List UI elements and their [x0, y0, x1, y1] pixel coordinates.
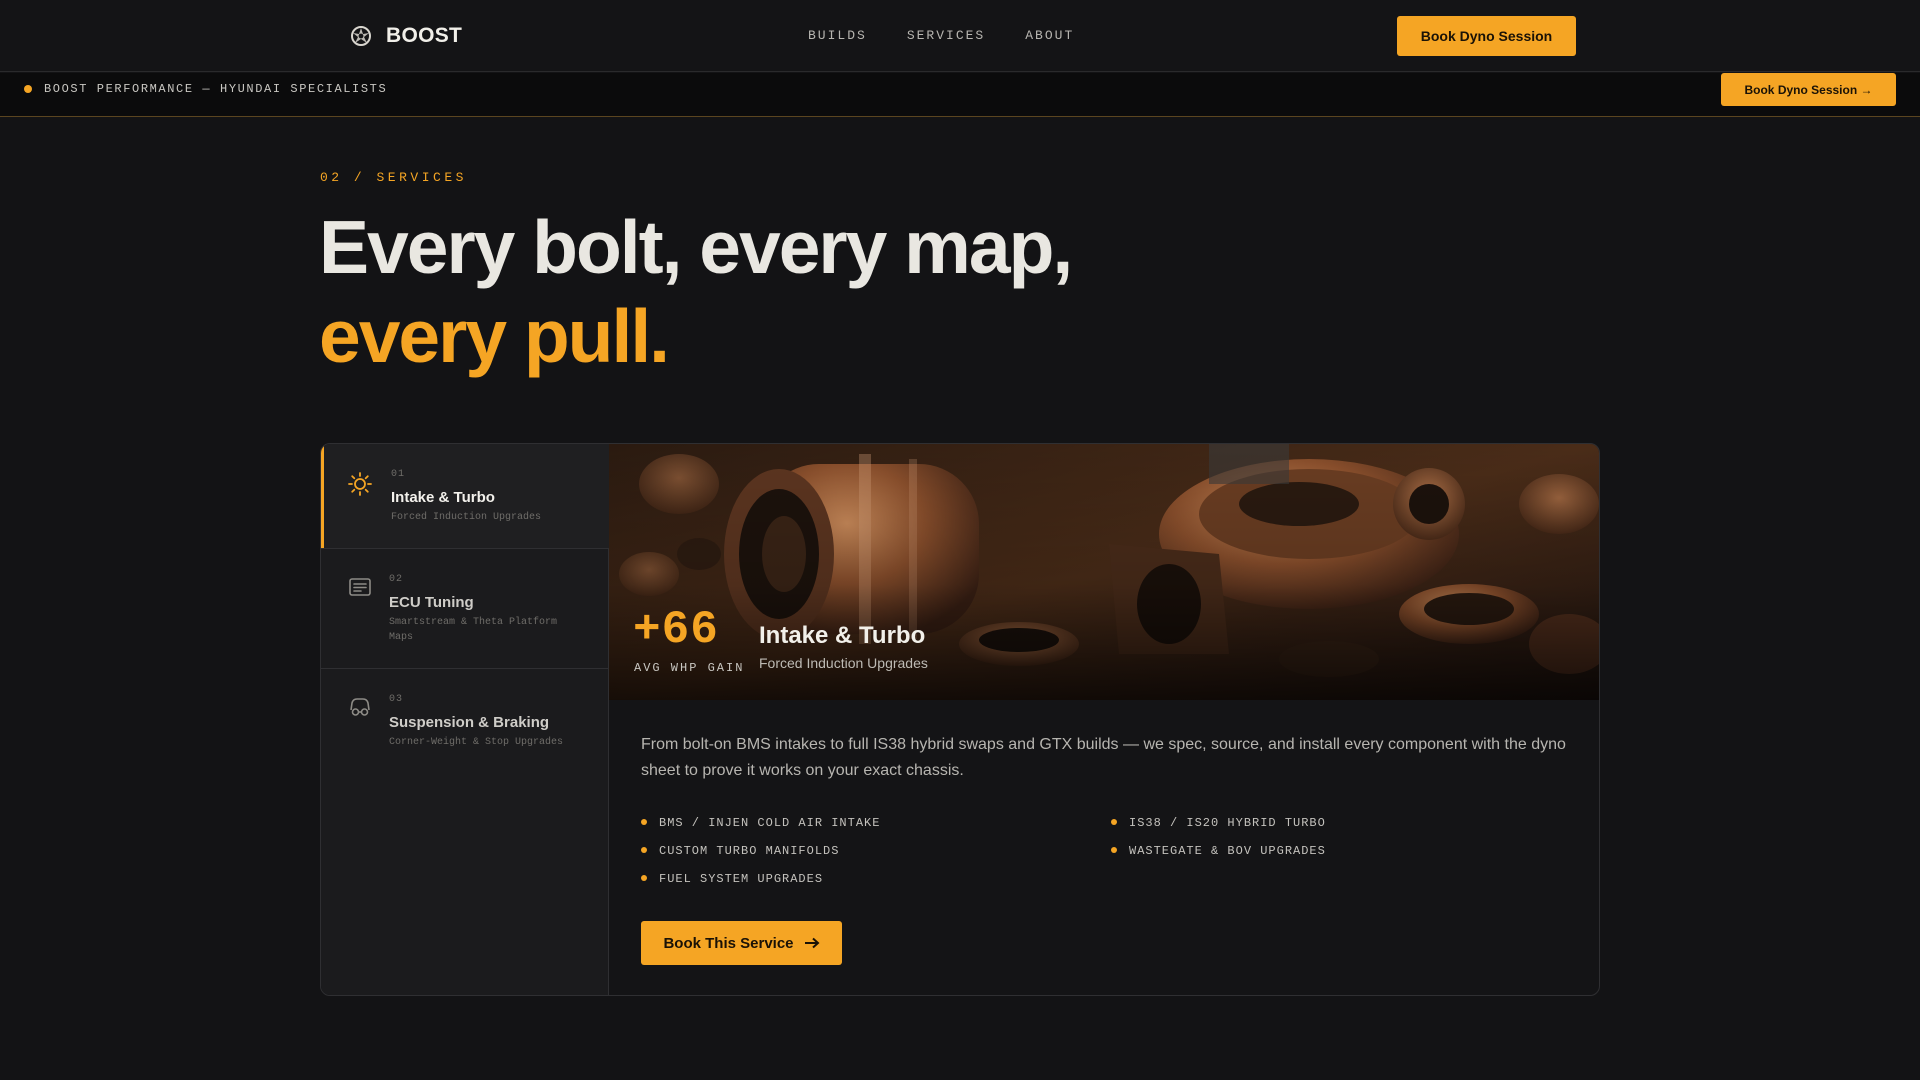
top-navigation: BOOST BUILDS SERVICES ABOUT Book Dyno Se…	[0, 0, 1920, 72]
book-dyno-button[interactable]: Book Dyno Session	[1397, 16, 1576, 56]
nav-link-services[interactable]: SERVICES	[907, 28, 985, 43]
book-service-label: Book This Service	[663, 934, 794, 952]
announcement-text: BOOST PERFORMANCE — HYUNDAI SPECIALISTS	[44, 82, 388, 96]
service-description: From bolt-on BMS intakes to full IS38 hy…	[641, 736, 1566, 779]
service-number: 01	[391, 469, 406, 480]
main-nav: BUILDS SERVICES ABOUT	[808, 28, 1074, 43]
service-tab-intake-turbo[interactable]: 01 Intake & Turbo Forced Induction Upgra…	[321, 444, 609, 549]
service-title: ECU Tuning	[389, 594, 474, 611]
book-service-button[interactable]: Book This Service	[641, 921, 842, 965]
headline-line-1: Every bolt, every map,	[319, 205, 1073, 289]
turbo-logo-icon	[351, 26, 371, 46]
feature-item: BMS / INJEN COLD AIR INTAKE	[641, 816, 880, 830]
turbo-icon	[348, 472, 372, 496]
turbo-parts-illustration	[609, 444, 1599, 700]
brand[interactable]: BOOST	[350, 24, 462, 48]
headline-line-2: every pull.	[319, 294, 670, 378]
stat-value: +66	[633, 604, 719, 656]
ecu-icon	[349, 578, 371, 596]
service-subtitle: Corner-Weight & Stop Upgrades	[389, 737, 564, 748]
service-subtitle: Smartstream & Theta Platform Maps	[389, 617, 558, 643]
turbo-parts-image: +66 AVG WHP GAIN Intake & Turbo Forced I…	[609, 444, 1599, 700]
feature-item: CUSTOM TURBO MANIFOLDS	[641, 844, 839, 858]
detail-title: Intake & Turbo	[759, 622, 926, 649]
arrow-right-icon	[804, 937, 820, 949]
nav-link-about[interactable]: ABOUT	[1025, 28, 1074, 43]
service-title: Suspension & Braking	[389, 714, 550, 731]
service-tab-suspension-braking[interactable]: 03 Suspension & Braking Corner-Weight & …	[321, 669, 609, 774]
nav-link-builds[interactable]: BUILDS	[808, 28, 867, 43]
service-number: 02	[389, 574, 404, 585]
feature-list: BMS / INJEN COLD AIR INTAKE IS38 / IS20 …	[641, 816, 1581, 906]
service-subtitle: Forced Induction Upgrades	[391, 512, 542, 523]
services-sidebar: 01 Intake & Turbo Forced Induction Upgra…	[321, 444, 609, 995]
status-dot	[24, 85, 32, 93]
car-icon	[350, 698, 370, 716]
brand-name: BOOST	[386, 24, 463, 47]
section-eyebrow: 02 / SERVICES	[320, 170, 467, 185]
service-number: 03	[389, 694, 404, 705]
stat-label: AVG WHP GAIN	[634, 661, 745, 675]
service-tab-ecu-tuning[interactable]: 02 ECU Tuning Smartstream & Theta Platfo…	[321, 549, 609, 669]
detail-subtitle: Forced Induction Upgrades	[759, 655, 928, 671]
feature-item: IS38 / IS20 HYBRID TURBO	[1111, 816, 1326, 830]
announcement-book-dyno-button[interactable]: Book Dyno Session →	[1721, 73, 1896, 106]
services-panel: 01 Intake & Turbo Forced Induction Upgra…	[320, 443, 1600, 996]
feature-item: WASTEGATE & BOV UPGRADES	[1111, 844, 1326, 858]
feature-item: FUEL SYSTEM UPGRADES	[641, 872, 823, 886]
service-detail: +66 AVG WHP GAIN Intake & Turbo Forced I…	[609, 444, 1599, 995]
service-title: Intake & Turbo	[391, 489, 495, 506]
